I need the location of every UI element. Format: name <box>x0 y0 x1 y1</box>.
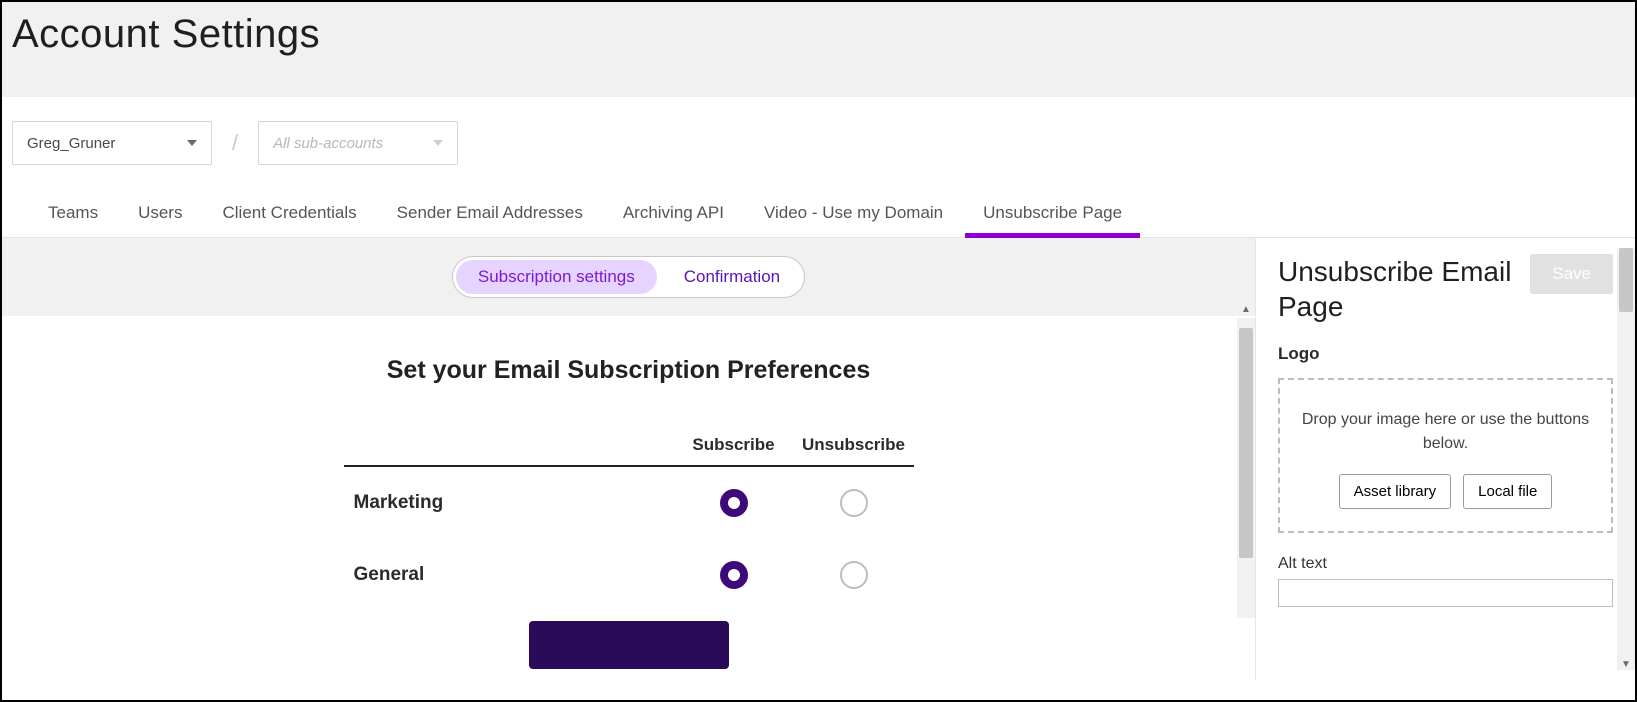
row-label: General <box>344 564 674 586</box>
subscribe-cell <box>674 561 794 589</box>
segmented-wrap: Subscription settings Confirmation <box>2 238 1255 316</box>
logo-section-label: Logo <box>1278 344 1613 364</box>
segmented-control: Subscription settings Confirmation <box>452 256 805 298</box>
column-subscribe: Subscribe <box>674 435 794 455</box>
account-dropdown-value: Greg_Gruner <box>27 135 115 152</box>
column-unsubscribe: Unsubscribe <box>794 435 914 455</box>
subaccount-dropdown-placeholder: All sub-accounts <box>273 135 383 152</box>
unsubscribe-cell <box>794 489 914 517</box>
alt-text-label: Alt text <box>1278 555 1613 573</box>
local-file-button[interactable]: Local file <box>1463 474 1552 509</box>
logo-dropzone[interactable]: Drop your image here or use the buttons … <box>1278 378 1613 533</box>
tab-client-credentials[interactable]: Client Credentials <box>222 193 356 237</box>
subscribe-cell <box>674 489 794 517</box>
caret-down-icon <box>187 140 197 146</box>
dropzone-hint: Drop your image here or use the buttons … <box>1300 408 1591 456</box>
segment-subscription-settings[interactable]: Subscription settings <box>456 260 657 294</box>
unsubscribe-radio[interactable] <box>840 489 868 517</box>
preview-area: Set your Email Subscription Preferences … <box>2 316 1255 676</box>
right-scrollbar[interactable]: ▼ <box>1617 248 1635 670</box>
preferences-table-header: Subscribe Unsubscribe <box>344 435 914 467</box>
tab-video-use-my-domain[interactable]: Video - Use my Domain <box>764 193 943 237</box>
scroll-thumb[interactable] <box>1239 328 1253 558</box>
account-selector-row: Greg_Gruner / All sub-accounts <box>2 97 1635 183</box>
alt-text-input[interactable] <box>1278 579 1613 607</box>
tab-unsubscribe-page[interactable]: Unsubscribe Page <box>983 193 1122 237</box>
submit-button[interactable] <box>529 621 729 669</box>
tabs: Teams Users Client Credentials Sender Email… <box>2 183 1635 238</box>
scroll-thumb[interactable] <box>1619 248 1633 312</box>
unsubscribe-cell <box>794 561 914 589</box>
side-panel-title: Unsubscribe Email Page <box>1278 254 1518 324</box>
save-button[interactable]: Save <box>1530 254 1613 294</box>
account-dropdown[interactable]: Greg_Gruner <box>12 121 212 165</box>
preview-heading: Set your Email Subscription Preferences <box>2 356 1255 385</box>
subscribe-radio[interactable] <box>720 561 748 589</box>
tab-teams[interactable]: Teams <box>48 193 98 237</box>
table-row: General <box>344 539 914 611</box>
preferences-table: Subscribe Unsubscribe Marketing General <box>344 435 914 611</box>
left-scrollbar[interactable]: ▲ <box>1237 318 1255 618</box>
header-bar: Account Settings <box>2 2 1635 97</box>
caret-down-icon <box>433 140 443 146</box>
tab-archiving-api[interactable]: Archiving API <box>623 193 724 237</box>
table-row: Marketing <box>344 467 914 539</box>
scroll-up-icon: ▲ <box>1237 304 1255 315</box>
tab-sender-email-addresses[interactable]: Sender Email Addresses <box>397 193 583 237</box>
left-pane: Subscription settings Confirmation Set y… <box>2 238 1255 680</box>
segment-confirmation[interactable]: Confirmation <box>660 257 804 297</box>
tab-users[interactable]: Users <box>138 193 182 237</box>
side-panel: Unsubscribe Email Page Save Logo Drop yo… <box>1255 238 1635 680</box>
unsubscribe-radio[interactable] <box>840 561 868 589</box>
subaccount-dropdown[interactable]: All sub-accounts <box>258 121 458 165</box>
row-label: Marketing <box>344 492 674 514</box>
asset-library-button[interactable]: Asset library <box>1339 474 1452 509</box>
scroll-down-icon: ▼ <box>1617 659 1635 670</box>
breadcrumb-separator: / <box>232 130 238 156</box>
subscribe-radio[interactable] <box>720 489 748 517</box>
page-title: Account Settings <box>12 12 1625 57</box>
